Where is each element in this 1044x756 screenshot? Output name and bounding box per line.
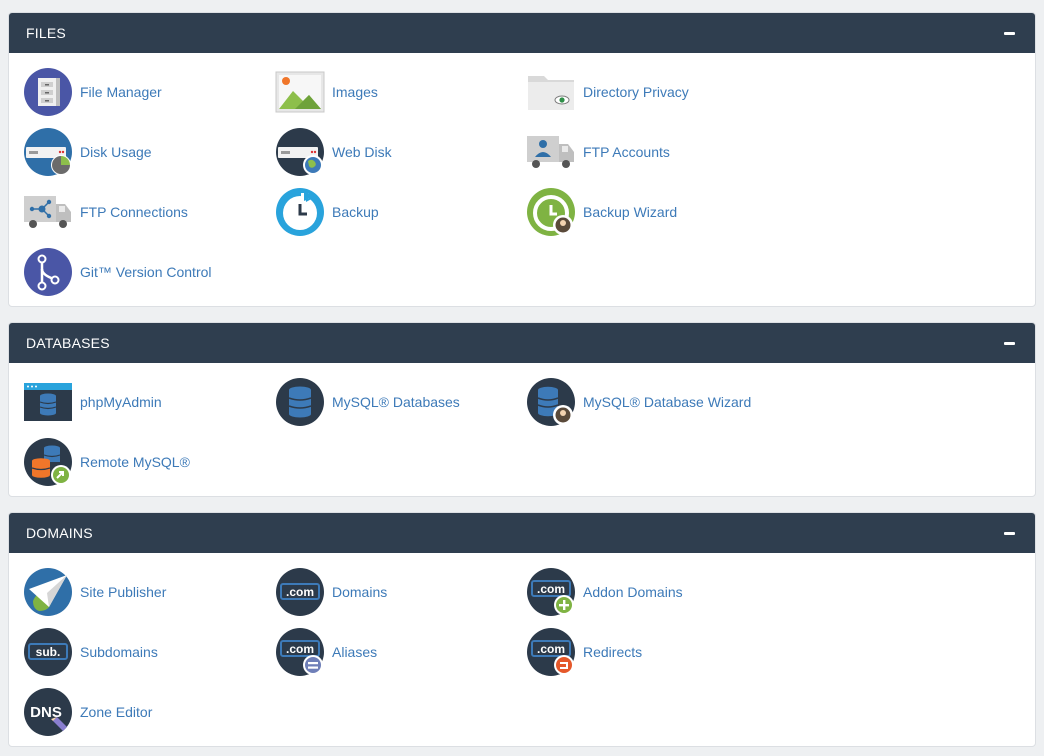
git-version-control-label: Git™ Version Control [80,264,212,280]
remote-mysql-link[interactable]: Remote MySQL® [23,437,190,487]
git-version-control-link[interactable]: Git™ Version Control [23,247,212,297]
mysql-databases-label: MySQL® Databases [332,394,460,410]
subdomain-icon: sub. [24,628,72,676]
addon-domains-label: Addon Domains [583,584,683,600]
redirects-link[interactable]: .com Redirects [526,627,642,677]
domains-collapse-button[interactable] [1003,526,1017,540]
file-cabinet-icon [24,68,72,116]
remote-mysql-label: Remote MySQL® [80,454,190,470]
dns-pencil-icon: DNS [24,688,72,736]
aliases-badge-text: .com [286,642,314,656]
directory-privacy-link[interactable]: Directory Privacy [526,67,689,117]
files-panel-header[interactable]: FILES [9,13,1035,53]
domains-link[interactable]: .com Domains [275,567,387,617]
web-disk-link[interactable]: Web Disk [275,127,392,177]
redirects-label: Redirects [583,644,643,660]
dotcom-equal-icon: .com [276,628,324,676]
phpmyadmin-link[interactable]: phpMyAdmin [23,377,162,427]
dotcom-add-icon: .com [527,568,575,616]
file-manager-label: File Manager [80,84,162,100]
mysql-database-wizard-label: MySQL® Database Wizard [583,394,752,410]
ftp-connections-link[interactable]: FTP Connections [23,187,188,237]
subdomains-link[interactable]: sub. Subdomains [23,627,158,677]
phpmyadmin-label: phpMyAdmin [80,394,162,410]
aliases-label: Aliases [332,644,378,660]
files-panel-title: FILES [26,25,66,41]
aliases-link[interactable]: .com Aliases [275,627,377,677]
backup-wizard-icon [527,188,575,236]
disk-globe-icon [276,128,324,176]
ftp-accounts-link[interactable]: FTP Accounts [526,127,670,177]
subdomains-label: Subdomains [80,644,158,660]
addon-domains-link[interactable]: .com Addon Domains [526,567,683,617]
databases-collapse-button[interactable] [1003,336,1017,350]
database-icon [276,378,324,426]
clock-refresh-icon [276,188,324,236]
ftp-connections-label: FTP Connections [80,204,188,220]
backup-link[interactable]: Backup [275,187,379,237]
zone-editor-label: Zone Editor [80,704,153,720]
files-panel: FILES File Manager Images Directory Priv… [8,12,1036,307]
paper-plane-globe-icon [24,568,72,616]
window-database-icon [24,383,72,421]
image-icon [275,71,325,113]
disk-usage-link[interactable]: Disk Usage [23,127,152,177]
domains-label: Domains [332,584,388,600]
disk-usage-label: Disk Usage [80,144,152,160]
dotcom-redirect-icon: .com [527,628,575,676]
dotcom-icon: .com [276,568,324,616]
site-publisher-label: Site Publisher [80,584,167,600]
mysql-databases-link[interactable]: MySQL® Databases [275,377,460,427]
domains-panel: DOMAINS Site Publisher .com Domains .com… [8,512,1036,747]
addon-domains-badge-text: .com [537,582,565,596]
backup-wizard-label: Backup Wizard [583,204,678,220]
directory-privacy-label: Directory Privacy [583,84,689,100]
databases-panel-header[interactable]: DATABASES [9,323,1035,363]
files-collapse-button[interactable] [1003,26,1017,40]
truck-user-icon [527,136,574,168]
database-wizard-icon [527,378,575,426]
databases-panel-title: DATABASES [26,335,110,351]
folder-eye-icon [528,76,574,110]
truck-network-icon [24,196,71,228]
images-label: Images [332,84,378,100]
ftp-accounts-label: FTP Accounts [583,144,670,160]
backup-label: Backup [332,204,379,220]
web-disk-label: Web Disk [332,144,392,160]
domains-panel-title: DOMAINS [26,525,93,541]
database-remote-icon [24,438,72,486]
zone-editor-link[interactable]: DNS Zone Editor [23,687,152,737]
subdomains-badge-text: sub. [36,645,61,659]
site-publisher-link[interactable]: Site Publisher [23,567,166,617]
domains-badge-text: .com [286,585,314,599]
file-manager-link[interactable]: File Manager [23,67,162,117]
images-link[interactable]: Images [275,67,378,117]
backup-wizard-link[interactable]: Backup Wizard [526,187,677,237]
git-branch-icon [24,248,72,296]
mysql-database-wizard-link[interactable]: MySQL® Database Wizard [526,377,751,427]
disk-pie-icon [24,128,72,176]
databases-panel: DATABASES phpMyAdmin MySQL® Databases My… [8,322,1036,497]
redirects-badge-text: .com [537,642,565,656]
domains-panel-header[interactable]: DOMAINS [9,513,1035,553]
